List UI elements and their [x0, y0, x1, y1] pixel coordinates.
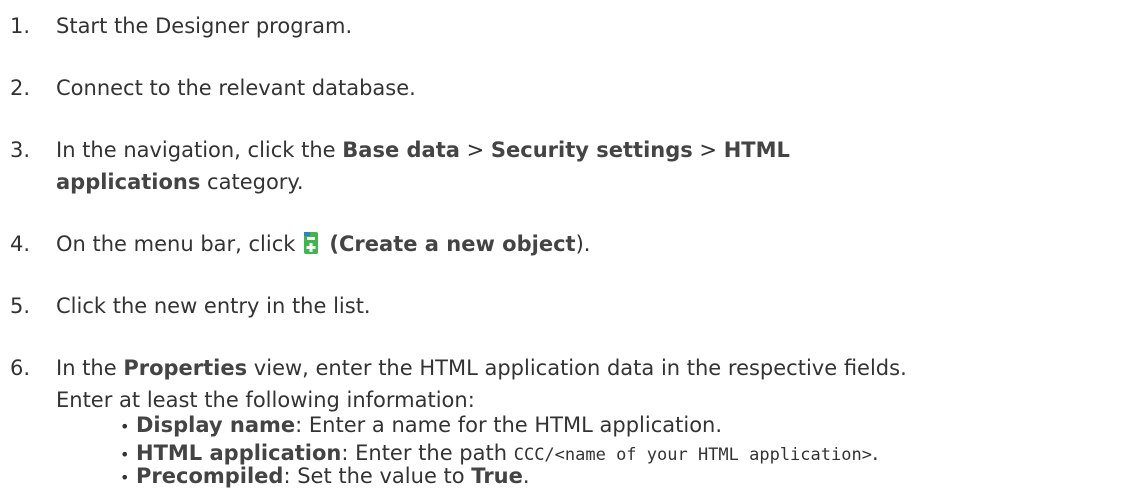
field-text: : Enter the path [341, 441, 514, 465]
step-text: In the [56, 356, 124, 380]
nav-separator: > [459, 138, 491, 162]
step-number: 4. [10, 232, 31, 256]
field-text: : Enter a name for the HTML application. [295, 413, 723, 437]
nav-security-settings: Security settings [490, 138, 693, 162]
precompiled-value: True [471, 464, 523, 488]
step-4: 4. On the menu bar, click (Create a new o… [10, 228, 1122, 263]
nav-base-data: Base data [342, 138, 460, 162]
step-text: Start the Designer program. [56, 14, 353, 38]
create-new-object-label: (Create a new object [322, 232, 576, 256]
step-text: Connect to the relevant database. [56, 76, 416, 100]
path-code: CCC/<name of your HTML application> [513, 445, 872, 465]
bullet-precompiled: • Precompiled: Set the value to True. [120, 464, 530, 488]
nav-html: HTML [723, 138, 790, 162]
step-text-tail: category. [200, 170, 304, 194]
field-text: : Set the value to [283, 464, 472, 488]
step-number: 1. [10, 14, 31, 38]
nav-applications: applications [56, 170, 201, 194]
step-number: 3. [10, 138, 31, 162]
step-number: 5. [10, 294, 31, 318]
nav-separator: > [692, 138, 724, 162]
step-1: 1. Start the Designer program. [10, 10, 1122, 42]
step-text: On the menu bar, click [56, 232, 303, 256]
step-text: In the navigation, click the [56, 138, 343, 162]
properties-view-label: Properties [123, 356, 248, 380]
step-5: 5. Click the new entry in the list. [10, 290, 1122, 322]
step-number: 2. [10, 76, 31, 100]
step-number: 6. [10, 356, 31, 380]
step-text-tail: ). [575, 232, 591, 256]
step-6: 6. In the Properties view, enter the HTML… [10, 352, 1122, 416]
field-label: Display name [136, 413, 296, 437]
field-label: HTML application [136, 441, 342, 465]
bullet-display-name: • Display name: Enter a name for the HTML… [120, 413, 723, 437]
step-3: 3. In the navigation, click the Base data… [10, 134, 1122, 198]
step-text-tail: view, enter the HTML application data in… [247, 356, 907, 380]
create-new-object-icon [304, 231, 319, 263]
field-label: Precompiled [136, 464, 284, 488]
step-text: Click the new entry in the list. [56, 294, 371, 318]
step-2: 2. Connect to the relevant database. [10, 72, 1122, 104]
instructions-page: 1. Start the Designer program. 2. Connect … [0, 0, 1134, 489]
